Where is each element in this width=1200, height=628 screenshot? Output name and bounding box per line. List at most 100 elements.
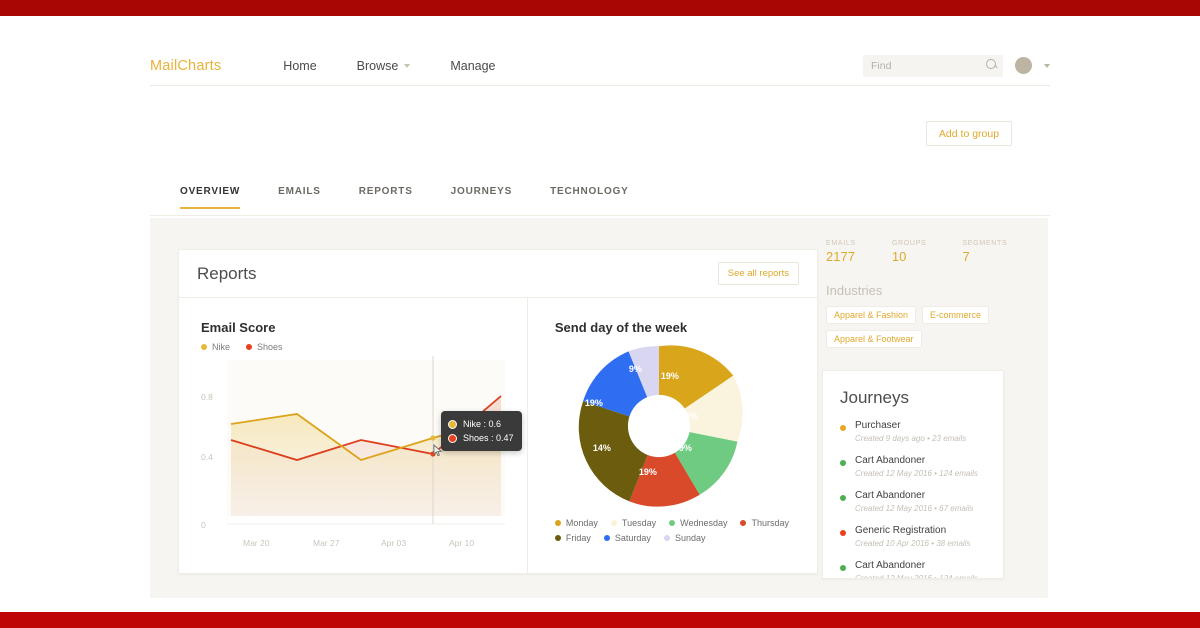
y-axis-tick-2: 0 <box>201 520 206 530</box>
legend-dot-tuesday-icon <box>610 520 617 526</box>
send-day-title: Send day of the week <box>554 320 688 335</box>
chevron-down-icon <box>404 63 411 68</box>
legend-item-nike[interactable]: Nike <box>201 342 230 352</box>
page-tabs: OVERVIEW EMAILS REPORTS JOURNEYS TECHNOL… <box>180 186 629 209</box>
email-score-svg <box>227 356 505 525</box>
slice-label-thursday: 19% <box>638 467 657 477</box>
y-axis-tick-1: 0.4 <box>201 452 213 462</box>
search-box[interactable] <box>863 54 1003 77</box>
send-day-donut-svg <box>578 345 743 507</box>
tooltip-dot-nike-icon <box>448 419 457 429</box>
tooltip-label-nike: Nike : 0.6 <box>463 419 502 429</box>
journey-text-block: Purchaser Created 9 days ago • 23 emails <box>855 420 966 443</box>
brand-logo[interactable]: MailCharts <box>150 58 221 74</box>
legend-label-shoes: Shoes <box>257 342 283 352</box>
legend-label-wednesday: Wednesday <box>680 518 728 528</box>
legend-label-sunday: Sunday <box>674 533 706 543</box>
status-dot-icon <box>840 530 846 536</box>
avatar[interactable] <box>1015 57 1032 74</box>
tab-journeys[interactable]: JOURNEYS <box>451 186 512 209</box>
industry-tag-apparel-fashion[interactable]: Apparel & Fashion <box>826 306 917 324</box>
nav-right-group <box>863 54 1050 77</box>
nav-item-manage[interactable]: Manage <box>450 59 495 73</box>
add-to-group-button[interactable]: Add to group <box>926 121 1012 146</box>
right-rail: EMAILS 2177 GROUPS 10 SEGMENTS 7 Industr… <box>822 240 1027 579</box>
journeys-card: Journeys Purchaser Created 9 days ago • … <box>822 370 1004 579</box>
tab-emails[interactable]: EMAILS <box>278 186 321 209</box>
stats-row: EMAILS 2177 GROUPS 10 SEGMENTS 7 <box>822 240 1027 264</box>
x-axis-tick-0: Mar 20 <box>243 538 270 548</box>
tab-technology[interactable]: TECHNOLOGY <box>550 186 629 209</box>
x-axis-tick-2: Apr 03 <box>381 538 407 548</box>
nav-item-manage-label: Manage <box>450 58 496 73</box>
industry-tag-ecommerce[interactable]: E-commerce <box>922 306 990 324</box>
legend-item-shoes[interactable]: Shoes <box>246 342 283 352</box>
list-item[interactable]: Cart Abandoner Created 12 May 2016 • 124… <box>823 455 1003 490</box>
stat-emails-value: 2177 <box>826 249 855 264</box>
tooltip-row-nike: Nike : 0.6 <box>448 417 514 431</box>
reports-card: Reports See all reports Email Score Nike <box>178 249 818 574</box>
legend-item-saturday[interactable]: Saturday <box>603 533 651 543</box>
content-area: Reports See all reports Email Score Nike <box>150 218 1048 598</box>
email-score-legend: Nike Shoes <box>201 342 527 352</box>
legend-item-monday[interactable]: Monday <box>554 518 598 528</box>
journey-text-block: Generic Registration Created 10 Apr 2016… <box>855 525 970 548</box>
x-axis-tick-3: Apr 10 <box>449 538 475 548</box>
reports-title: Reports <box>197 263 257 283</box>
legend-item-friday[interactable]: Friday <box>554 533 591 543</box>
list-item[interactable]: Cart Abandoner Created 12 May 2016 • 124… <box>823 560 1003 578</box>
list-item[interactable]: Cart Abandoner Created 12 May 2016 • 67 … <box>823 490 1003 525</box>
list-item[interactable]: Generic Registration Created 10 Apr 2016… <box>823 525 1003 560</box>
x-axis-tick-1: Mar 27 <box>313 538 340 548</box>
reports-card-body: Email Score Nike Shoes 0.8 0.4 0 Mar 20 … <box>179 298 817 574</box>
reports-card-header: Reports See all reports <box>179 250 817 298</box>
legend-dot-monday-icon <box>554 520 561 526</box>
slice-label-sunday: 9% <box>628 364 642 374</box>
legend-dot-thursday-icon <box>740 520 747 526</box>
status-dot-icon <box>840 565 846 571</box>
tooltip-row-shoes: Shoes : 0.47 <box>448 431 514 445</box>
legend-label-thursday: Thursday <box>751 518 790 528</box>
slice-label-wednesday: 9% <box>678 443 692 453</box>
nav-item-home[interactable]: Home <box>283 59 316 73</box>
mouse-cursor-icon <box>433 444 443 457</box>
legend-item-tuesday[interactable]: Tuesday <box>610 518 656 528</box>
stat-segments: SEGMENTS 7 <box>962 240 1007 264</box>
legend-item-sunday[interactable]: Sunday <box>663 533 706 543</box>
search-input[interactable] <box>871 59 981 72</box>
send-day-chart[interactable]: 19% 9% 9% 19% 14% 19% 9% Monday Tuesday … <box>554 342 805 543</box>
search-icon[interactable] <box>986 58 996 69</box>
journey-name: Generic Registration <box>855 525 947 536</box>
legend-label-monday: Monday <box>565 518 598 528</box>
journey-name: Cart Abandoner <box>855 560 926 571</box>
tab-reports[interactable]: REPORTS <box>359 186 413 209</box>
account-chevron-down-icon[interactable] <box>1044 63 1050 68</box>
industry-tag-apparel-footwear[interactable]: Apparel & Footwear <box>826 330 922 348</box>
nav-item-browse[interactable]: Browse <box>357 59 411 73</box>
journey-text-block: Cart Abandoner Created 12 May 2016 • 124… <box>855 560 978 578</box>
industries-tags: Apparel & Fashion E-commerce Apparel & F… <box>822 306 1027 348</box>
stat-segments-key: SEGMENTS <box>962 240 1008 247</box>
journeys-title: Journeys <box>840 388 909 407</box>
list-item[interactable]: Purchaser Created 9 days ago • 23 emails <box>823 420 1003 455</box>
email-score-chart[interactable]: 0.8 0.4 0 Mar 20 Mar 27 Apr 03 Apr 10 Ni… <box>201 356 522 548</box>
legend-dot-wednesday-icon <box>669 520 676 526</box>
slice-label-friday: 14% <box>592 443 611 453</box>
stat-emails: EMAILS 2177 <box>826 240 856 264</box>
y-axis-tick-0: 0.8 <box>201 392 213 402</box>
tab-overview[interactable]: OVERVIEW <box>180 186 241 209</box>
legend-item-wednesday[interactable]: Wednesday <box>669 518 727 528</box>
legend-dot-shoes-icon <box>246 344 253 350</box>
tooltip-label-shoes: Shoes : 0.47 <box>463 433 514 443</box>
journey-subtitle: Created 10 Apr 2016 • 38 emails <box>855 539 971 548</box>
legend-item-thursday[interactable]: Thursday <box>740 518 789 528</box>
journey-subtitle: Created 12 May 2016 • 124 emails <box>855 469 978 478</box>
see-all-reports-button[interactable]: See all reports <box>717 262 799 285</box>
nav-item-home-label: Home <box>283 58 317 73</box>
tabs-divider <box>150 215 1050 216</box>
industries-title: Industries <box>826 283 883 298</box>
status-dot-icon <box>840 495 846 501</box>
legend-label-friday: Friday <box>565 533 591 543</box>
nav-item-browse-label: Browse <box>356 58 399 73</box>
legend-label-nike: Nike <box>212 342 231 352</box>
